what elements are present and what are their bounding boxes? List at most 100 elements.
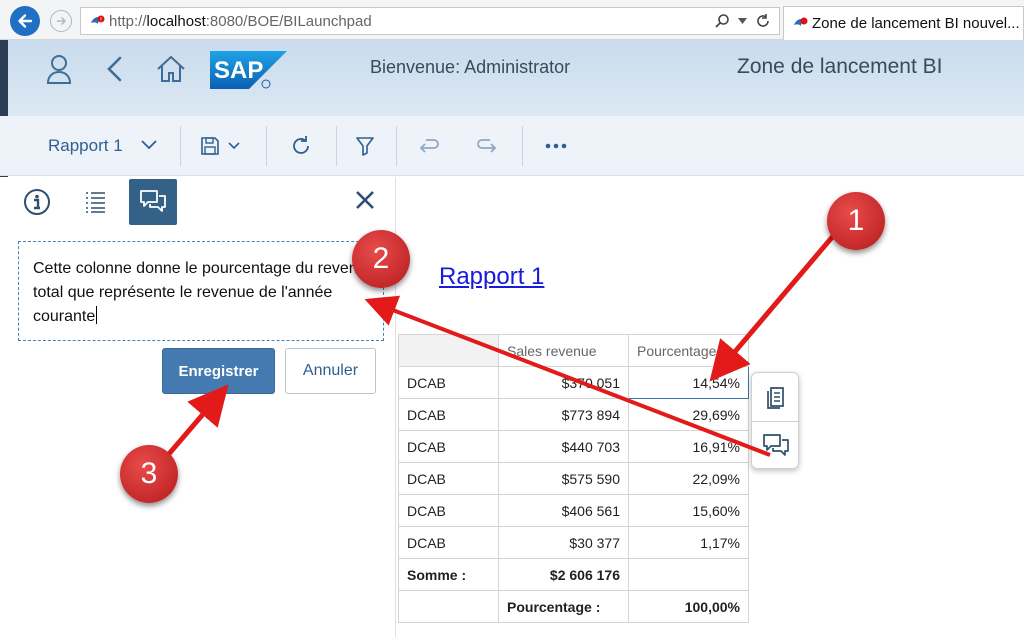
app-title: Zone de lancement BI xyxy=(737,55,943,78)
sap-logo: SAP xyxy=(210,51,287,89)
cell[interactable]: 22,09% xyxy=(628,462,749,495)
add-comment-button[interactable] xyxy=(752,422,800,470)
cell[interactable]: DCAB xyxy=(398,430,499,463)
svg-text:!: ! xyxy=(100,17,102,24)
comment-icon xyxy=(140,190,166,212)
cell[interactable]: 1,17% xyxy=(628,526,749,559)
undo-icon xyxy=(419,139,439,153)
comment-textarea[interactable]: Cette colonne donne le pourcentage du re… xyxy=(18,241,384,341)
percentage-total-row: Pourcentage : 100,00% xyxy=(398,590,749,623)
toolbar-separator xyxy=(266,126,267,166)
table-row: DCAB $773 894 29,69% xyxy=(398,398,749,431)
copy-icon xyxy=(767,387,784,409)
copy-button[interactable] xyxy=(752,373,800,421)
toolbar-separator xyxy=(336,126,337,166)
chevron-down-icon[interactable] xyxy=(738,18,747,24)
browser-tab[interactable]: Zone de lancement BI nouvel... xyxy=(783,6,1024,40)
save-menu-button[interactable] xyxy=(200,132,240,160)
report-selector-label: Rapport 1 xyxy=(48,136,123,155)
cell[interactable]: DCAB xyxy=(398,494,499,527)
toolbar-separator xyxy=(180,126,181,166)
sum-value[interactable]: $2 606 176 xyxy=(498,558,629,591)
table-header-row: Sales revenue Pourcentage : xyxy=(398,334,749,367)
cell[interactable]: $773 894 xyxy=(498,398,629,431)
annotation-badge-2: 2 xyxy=(352,230,410,288)
user-icon[interactable] xyxy=(46,54,72,89)
cell[interactable]: $575 590 xyxy=(498,462,629,495)
cell[interactable]: $30 377 xyxy=(498,526,629,559)
arrow-right-icon xyxy=(57,16,67,26)
redo-button[interactable] xyxy=(476,132,498,160)
cell[interactable]: 29,69% xyxy=(628,398,749,431)
tab-comments[interactable] xyxy=(129,179,177,225)
cell[interactable] xyxy=(628,558,749,591)
header-cell-sales-revenue[interactable]: Sales revenue xyxy=(498,334,629,367)
report-selector[interactable]: Rapport 1 xyxy=(48,136,158,156)
cell[interactable]: 16,91% xyxy=(628,430,749,463)
redo-icon xyxy=(477,139,497,153)
percentage-total-label[interactable]: Pourcentage : xyxy=(498,590,629,623)
cancel-comment-button[interactable]: Annuler xyxy=(285,348,376,394)
close-panel-button[interactable] xyxy=(354,189,376,216)
undo-button[interactable] xyxy=(418,132,440,160)
browser-bar: ! http://localhost:8080/BOE/BILaunchpad … xyxy=(0,0,1024,40)
sum-row: Somme : $2 606 176 xyxy=(398,558,749,591)
browser-back-button[interactable] xyxy=(10,6,40,36)
url-scheme: http:// xyxy=(109,13,147,30)
address-bar[interactable]: ! http://localhost:8080/BOE/BILaunchpad xyxy=(80,7,780,35)
info-icon xyxy=(24,189,50,215)
url-host: localhost xyxy=(146,13,206,30)
percentage-total-value[interactable]: 100,00% xyxy=(628,590,749,623)
cell[interactable]: DCAB xyxy=(398,526,499,559)
comment-icon xyxy=(763,434,789,456)
cell[interactable]: $406 561 xyxy=(498,494,629,527)
url-path: :8080/BOE/BILaunchpad xyxy=(205,13,372,30)
cell[interactable]: $370 051 xyxy=(498,366,629,399)
tab-favicon-icon xyxy=(792,16,808,37)
arrow-left-icon xyxy=(18,14,33,28)
back-icon[interactable] xyxy=(106,56,124,87)
chevron-down-icon xyxy=(141,140,158,150)
search-icon[interactable] xyxy=(714,13,730,29)
home-icon[interactable] xyxy=(156,55,186,88)
filter-button[interactable] xyxy=(356,132,374,160)
side-panel: Cette colonne donne le pourcentage du re… xyxy=(0,177,396,637)
table-row: DCAB $575 590 22,09% xyxy=(398,462,749,495)
save-comment-button[interactable]: Enregistrer xyxy=(162,348,275,394)
table-row: DCAB $406 561 15,60% xyxy=(398,494,749,527)
cell[interactable]: DCAB xyxy=(398,398,499,431)
tab-structure[interactable] xyxy=(71,179,119,225)
refresh-button[interactable] xyxy=(290,132,312,160)
table-row: DCAB $370 051 14,54% xyxy=(398,366,749,399)
report-toolbar: Rapport 1 xyxy=(0,116,1024,176)
cell[interactable] xyxy=(398,590,499,623)
table-row: DCAB $30 377 1,17% xyxy=(398,526,749,559)
header-cell[interactable] xyxy=(398,334,499,367)
tab-title: Zone de lancement BI nouvel... xyxy=(812,15,1020,32)
cell[interactable]: DCAB xyxy=(398,462,499,495)
annotation-badge-3: 3 xyxy=(120,445,178,503)
header-cell-percentage[interactable]: Pourcentage : xyxy=(628,334,749,367)
table-row: DCAB $440 703 16,91% xyxy=(398,430,749,463)
cell-action-menu xyxy=(751,372,800,470)
refresh-icon[interactable] xyxy=(755,13,771,29)
selected-cell[interactable]: 14,54% xyxy=(628,366,749,399)
report-table: Sales revenue Pourcentage : DCAB $370 05… xyxy=(398,334,749,623)
cell[interactable]: $440 703 xyxy=(498,430,629,463)
cell[interactable]: 15,60% xyxy=(628,494,749,527)
report-title-link[interactable]: Rapport 1 xyxy=(439,263,544,291)
shell-header: SAP Bienvenue: Administrator Zone de lan… xyxy=(0,40,1024,116)
more-button[interactable] xyxy=(544,132,568,160)
chevron-down-icon xyxy=(228,142,240,150)
site-favicon-icon: ! xyxy=(89,14,105,35)
toolbar-separator xyxy=(396,126,397,166)
list-icon xyxy=(86,192,105,213)
filter-icon xyxy=(356,137,374,156)
sum-label[interactable]: Somme : xyxy=(398,558,499,591)
svg-text:SAP: SAP xyxy=(214,57,263,84)
tab-info[interactable] xyxy=(13,179,61,225)
address-tools xyxy=(714,13,771,29)
browser-forward-button[interactable] xyxy=(50,10,72,32)
cell[interactable]: DCAB xyxy=(398,366,499,399)
text-cursor xyxy=(96,306,98,324)
